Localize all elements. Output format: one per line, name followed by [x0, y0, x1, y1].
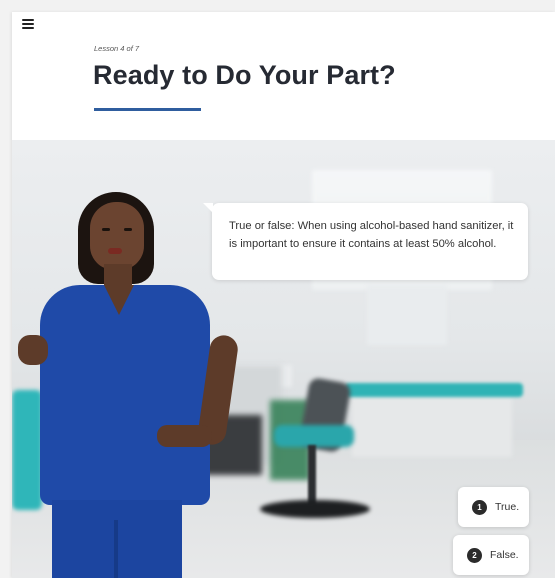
answer-option-false[interactable]: 2 False. — [453, 535, 529, 575]
presenter-face — [90, 202, 144, 270]
speech-bubble: True or false: When using alcohol-based … — [203, 203, 528, 280]
presenter-right-hand — [157, 425, 212, 447]
answer-label: True. — [495, 501, 520, 513]
presenter-mouth — [108, 248, 122, 254]
title-underline — [94, 108, 201, 111]
question-text: True or false: When using alcohol-based … — [229, 220, 514, 250]
answer-number-badge: 2 — [467, 547, 482, 563]
presenter-eye-right — [124, 228, 132, 231]
page-title: Ready to Do Your Part? — [93, 60, 396, 90]
hamburger-menu-icon[interactable] — [22, 19, 34, 29]
presenter-vneck — [104, 285, 134, 315]
background-cabinet — [367, 285, 447, 345]
background-exam-bed-frame — [352, 397, 512, 457]
presenter-eye-left — [102, 228, 110, 231]
lesson-progress-label: Lesson 4 of 7 — [94, 44, 140, 53]
lesson-frame: Lesson 4 of 7 Ready to Do Your Part? Tru… — [12, 12, 555, 578]
background-chair-seat — [274, 425, 354, 447]
background-chair-base — [260, 500, 370, 518]
answer-option-true[interactable]: 1 True. — [458, 487, 529, 527]
background-exam-bed — [345, 383, 523, 397]
presenter-left-hand — [18, 335, 48, 365]
presenter-scrubs-top — [40, 285, 210, 505]
answer-number-badge: 1 — [472, 499, 487, 515]
background-chair-pole — [308, 445, 316, 505]
scenario-scene: True or false: When using alcohol-based … — [12, 140, 555, 578]
answer-label: False. — [490, 549, 519, 561]
presenter-pants-seam — [114, 520, 118, 578]
